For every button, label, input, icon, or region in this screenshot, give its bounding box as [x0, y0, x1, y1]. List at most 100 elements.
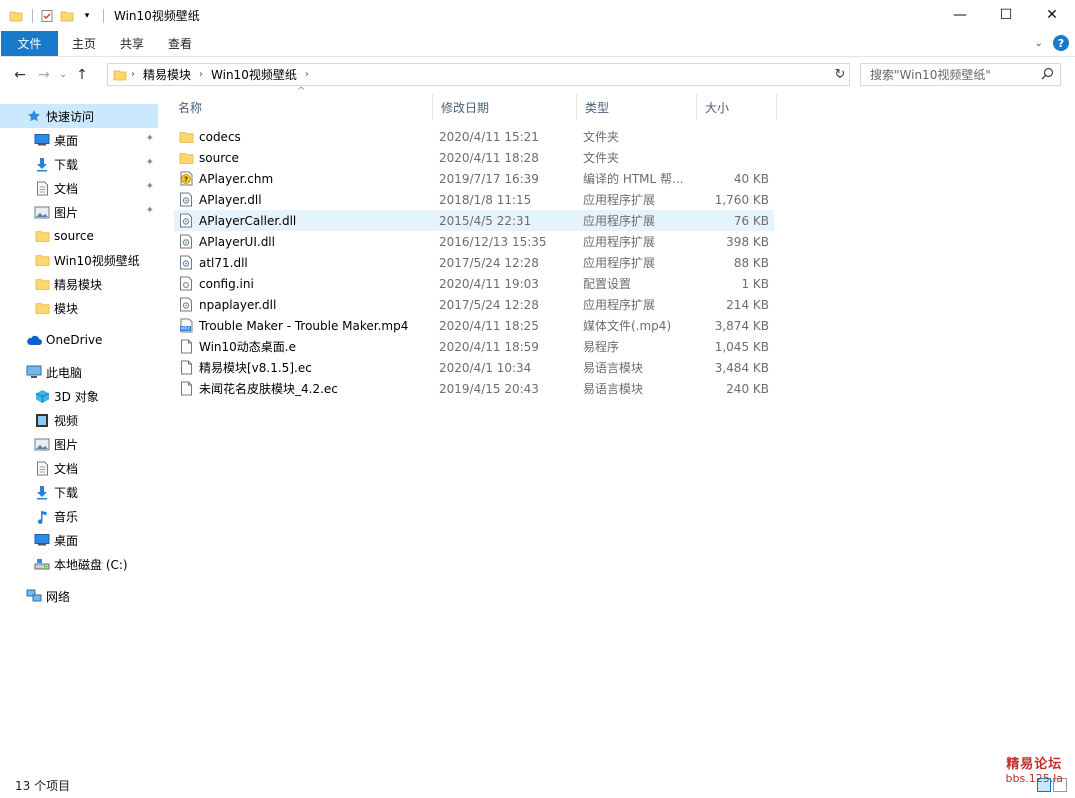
- sidebar-item-quick-6[interactable]: 精易模块: [0, 272, 158, 296]
- sidebar-item-quick-7[interactable]: 模块: [0, 296, 158, 320]
- file-name-cell[interactable]: MP4 Trouble Maker - Trouble Maker.mp4: [178, 318, 438, 334]
- file-row[interactable]: codecs 2020/4/11 15:21 文件夹: [174, 126, 774, 147]
- refresh-icon[interactable]: ↻: [830, 63, 850, 86]
- folder-icon: [34, 228, 50, 244]
- window-controls: — ☐ ✕: [937, 0, 1075, 30]
- file-row[interactable]: config.ini 2020/4/11 19:03 配置设置 1 KB: [174, 273, 774, 294]
- file-row[interactable]: APlayer.dll 2018/1/8 11:15 应用程序扩展 1,760 KB: [174, 189, 774, 210]
- up-arrow-icon[interactable]: ↑: [70, 63, 94, 87]
- quick-access-toolbar: ▾: [0, 0, 110, 31]
- column-header-date[interactable]: 修改日期: [433, 94, 577, 120]
- back-arrow-icon[interactable]: ←: [8, 63, 32, 87]
- column-header-type[interactable]: 类型: [577, 94, 697, 120]
- sidebar-item-this-pc[interactable]: 此电脑: [0, 360, 158, 384]
- sidebar-item-label: 此电脑: [46, 365, 83, 380]
- file-name: 未闻花名皮肤模块_4.2.ec: [199, 382, 338, 396]
- file-name-cell[interactable]: npaplayer.dll: [178, 297, 438, 313]
- file-row[interactable]: APlayerCaller.dll 2015/4/5 22:31 应用程序扩展 76 …: [174, 210, 774, 231]
- tab-share[interactable]: 共享: [108, 31, 156, 56]
- drive-icon: [34, 556, 50, 572]
- column-header-name[interactable]: 名称: [170, 94, 433, 120]
- sidebar-item-quick-5[interactable]: Win10视频壁纸: [0, 248, 158, 272]
- new-folder-icon[interactable]: [59, 8, 75, 24]
- toolbar-separator: [32, 8, 33, 23]
- sidebar-item-quick-3[interactable]: 图片 ✦: [0, 200, 158, 224]
- sidebar-item-onedrive[interactable]: OneDrive: [0, 328, 158, 352]
- file-row[interactable]: 未闻花名皮肤模块_4.2.ec 2019/4/15 20:43 易语言模块 240 K…: [174, 378, 774, 399]
- pin-icon[interactable]: ✦: [146, 205, 154, 216]
- expand-ribbon-icon[interactable]: ⌄: [1035, 38, 1043, 49]
- file-name-cell[interactable]: 未闻花名皮肤模块_4.2.ec: [178, 380, 438, 397]
- sidebar-item-label: source: [54, 229, 94, 243]
- search-box[interactable]: 搜索"Win10视频壁纸": [860, 63, 1061, 86]
- sidebar-item-pc-1[interactable]: 视频: [0, 408, 158, 432]
- file-name-cell[interactable]: APlayerUI.dll: [178, 234, 438, 250]
- sidebar-item-label: 桌面: [54, 133, 79, 148]
- minimize-button[interactable]: —: [937, 0, 983, 30]
- sidebar-item-pc-5[interactable]: 音乐: [0, 504, 158, 528]
- sidebar-item-pc-2[interactable]: 图片: [0, 432, 158, 456]
- file-name-cell[interactable]: APlayerCaller.dll: [178, 213, 438, 229]
- file-size: 76 KB: [733, 213, 769, 228]
- tab-file[interactable]: 文件: [1, 31, 58, 56]
- pin-icon[interactable]: ✦: [146, 133, 154, 144]
- file-name-cell[interactable]: Win10动态桌面.e: [178, 338, 438, 355]
- tab-home[interactable]: 主页: [58, 31, 108, 56]
- file-row[interactable]: source 2020/4/11 18:28 文件夹: [174, 147, 774, 168]
- file-name-cell[interactable]: config.ini: [178, 276, 438, 292]
- file-date: 2020/4/11 18:28: [439, 150, 539, 165]
- sidebar-item-quick-1[interactable]: 下载 ✦: [0, 152, 158, 176]
- sidebar-item-quick-access[interactable]: 快速访问: [0, 104, 158, 128]
- pin-icon[interactable]: ✦: [146, 157, 154, 168]
- sidebar-item-quick-4[interactable]: source: [0, 224, 158, 248]
- sidebar-item-label: 精易模块: [54, 277, 103, 292]
- search-input[interactable]: 搜索"Win10视频壁纸": [870, 66, 991, 83]
- sidebar-item-pc-0[interactable]: 3D 对象: [0, 384, 158, 408]
- file-size: 3,484 KB: [714, 360, 769, 375]
- chevron-right-icon[interactable]: ›: [301, 69, 313, 80]
- pin-icon[interactable]: ✦: [146, 181, 154, 192]
- 3d-objects-icon: [34, 388, 50, 404]
- sidebar-item-network[interactable]: 网络: [0, 584, 158, 608]
- sidebar-item-quick-2[interactable]: 文档 ✦: [0, 176, 158, 200]
- sidebar-item-pc-6[interactable]: 桌面: [0, 528, 158, 552]
- sidebar-item-quick-0[interactable]: 桌面 ✦: [0, 128, 158, 152]
- file-row[interactable]: 精易模块[v8.1.5].ec 2020/4/1 10:34 易语言模块 3,484 …: [174, 357, 774, 378]
- customize-toolbar-icon[interactable]: ▾: [79, 8, 95, 24]
- file-name-cell[interactable]: 精易模块[v8.1.5].ec: [178, 359, 438, 376]
- sidebar-item-label: 下载: [54, 485, 79, 500]
- tab-view[interactable]: 查看: [156, 31, 204, 56]
- svg-text:MP4: MP4: [180, 326, 189, 332]
- sidebar-item-label: 快速访问: [46, 109, 95, 124]
- column-header-size[interactable]: 大小: [697, 94, 777, 120]
- file-row[interactable]: APlayerUI.dll 2016/12/13 15:35 应用程序扩展 398 K…: [174, 231, 774, 252]
- chevron-right-icon[interactable]: ›: [127, 69, 139, 80]
- file-name-cell[interactable]: ? APlayer.chm: [178, 171, 438, 187]
- file-name-cell[interactable]: APlayer.dll: [178, 192, 438, 208]
- file-row[interactable]: MP4 Trouble Maker - Trouble Maker.mp4 2020…: [174, 315, 774, 336]
- maximize-button[interactable]: ☐: [983, 0, 1029, 30]
- close-button[interactable]: ✕: [1029, 0, 1075, 30]
- file-row[interactable]: ? APlayer.chm 2019/7/17 16:39 编译的 HTML 帮...…: [174, 168, 774, 189]
- sidebar-item-pc-4[interactable]: 下载: [0, 480, 158, 504]
- help-icon[interactable]: ?: [1053, 35, 1069, 51]
- address-bar[interactable]: › 精易模块 › Win10视频壁纸 › ⌄: [107, 63, 850, 86]
- file-name-cell[interactable]: atl71.dll: [178, 255, 438, 271]
- breadcrumb-item[interactable]: Win10视频壁纸: [207, 66, 301, 83]
- sidebar-item-pc-3[interactable]: 文档: [0, 456, 158, 480]
- chevron-right-icon[interactable]: ›: [195, 69, 207, 80]
- file-row[interactable]: Win10动态桌面.e 2020/4/11 18:59 易程序 1,045 KB: [174, 336, 774, 357]
- file-row[interactable]: npaplayer.dll 2017/5/24 12:28 应用程序扩展 214 KB: [174, 294, 774, 315]
- forward-arrow-icon[interactable]: →: [32, 63, 56, 87]
- recent-locations-chevron-icon[interactable]: ⌄: [56, 63, 70, 87]
- column-headers: 名称 修改日期 类型 大小: [170, 94, 777, 120]
- breadcrumb-item[interactable]: 精易模块: [139, 66, 195, 83]
- file-name-cell[interactable]: source: [178, 150, 438, 166]
- file-name-cell[interactable]: codecs: [178, 129, 438, 145]
- video-file-icon: MP4: [178, 318, 194, 334]
- sidebar-item-pc-7[interactable]: 本地磁盘 (C:): [0, 552, 158, 576]
- file-row[interactable]: atl71.dll 2017/5/24 12:28 应用程序扩展 88 KB: [174, 252, 774, 273]
- properties-icon[interactable]: [39, 8, 55, 24]
- search-icon[interactable]: [1041, 67, 1054, 83]
- sidebar-item-label: 图片: [54, 205, 79, 220]
